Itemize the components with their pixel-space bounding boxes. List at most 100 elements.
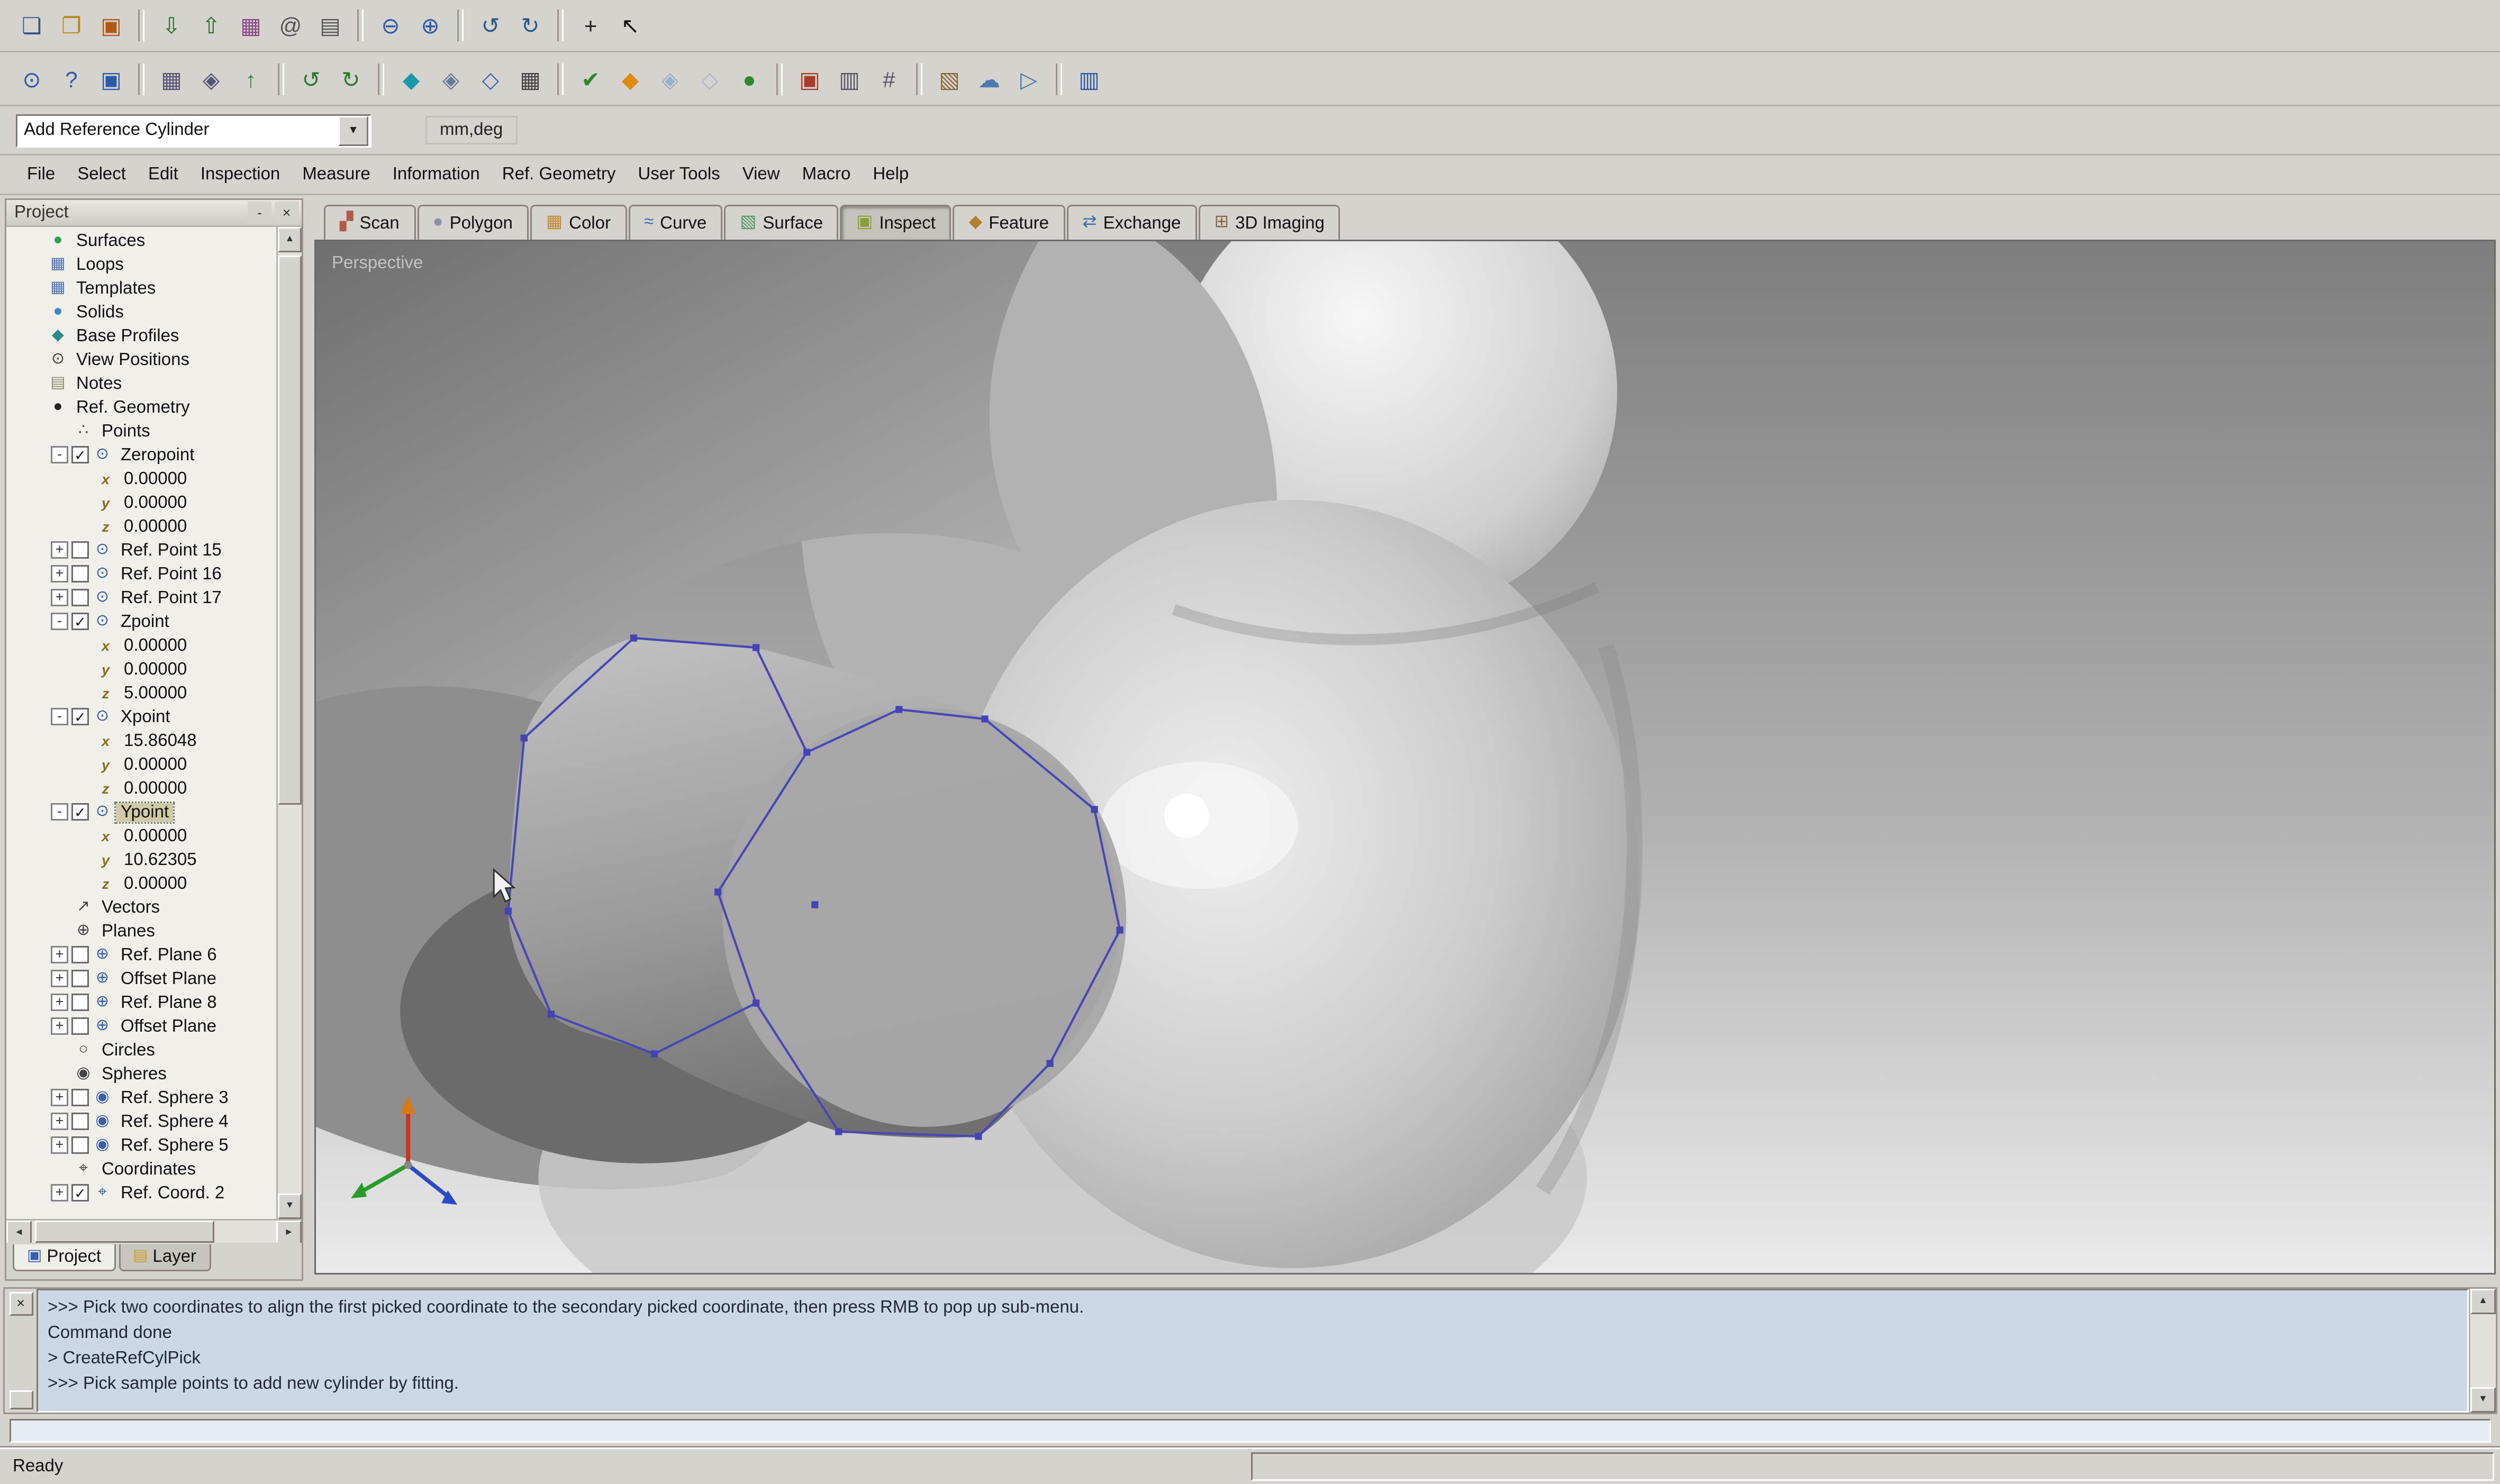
panel-close-button[interactable]: × — [275, 202, 298, 224]
tree-row-ref-sphere-4[interactable]: +◉Ref. Sphere 4 — [6, 1109, 276, 1133]
tree-expander-icon[interactable]: + — [51, 541, 68, 559]
tab-3d-imaging[interactable]: ⊞3D Imaging — [1198, 205, 1340, 240]
tree-checkbox[interactable] — [71, 541, 89, 559]
tree-row-0-00000[interactable]: y0.00000 — [6, 752, 276, 776]
tree-horizontal-scrollbar[interactable]: ◄ ► — [6, 1219, 302, 1243]
tree-row-10-62305[interactable]: y10.62305 — [6, 848, 276, 871]
capture-image-button[interactable]: ▦ — [232, 6, 270, 44]
console-scrollbar[interactable]: ▲ ▼ — [2469, 1289, 2496, 1413]
tree-row-points[interactable]: ∴Points — [6, 419, 276, 443]
histogram-display-button[interactable]: ▥ — [1070, 60, 1108, 98]
console-close-button[interactable]: × — [9, 1292, 33, 1316]
export-file-button[interactable]: ⇧ — [192, 6, 230, 44]
tab-exchange[interactable]: ⇄Exchange — [1066, 205, 1197, 240]
scroll-right-button[interactable]: ► — [276, 1221, 302, 1244]
menu-view[interactable]: View — [731, 160, 791, 189]
tree-row-ref-point-17[interactable]: +⊙Ref. Point 17 — [6, 586, 276, 609]
redo-button[interactable]: ↻ — [511, 6, 549, 44]
zoom-context-help-button[interactable]: ? — [52, 60, 90, 98]
spin-view-button[interactable]: ↻ — [332, 60, 370, 98]
tree-row-0-00000[interactable]: x0.00000 — [6, 824, 276, 848]
viewpoint-preset-button[interactable]: ▦ — [152, 60, 191, 98]
stage-pair-button[interactable]: ◈ — [651, 60, 689, 98]
tree-expander-icon[interactable]: - — [51, 708, 68, 725]
menu-measure[interactable]: Measure — [291, 160, 381, 189]
tree-row-solids[interactable]: ●Solids — [6, 300, 276, 324]
tree-row-circles[interactable]: ○Circles — [6, 1038, 276, 1062]
zoom-tool-button[interactable]: ⊙ — [13, 60, 51, 98]
tree-expander-icon[interactable]: + — [51, 1017, 68, 1035]
pick-add-button[interactable]: + — [572, 6, 610, 44]
tab-surface[interactable]: ▧Surface — [724, 205, 839, 240]
tree-row-ref-plane-8[interactable]: +⊕Ref. Plane 8 — [6, 990, 276, 1014]
tree-row-0-00000[interactable]: x0.00000 — [6, 633, 276, 657]
tree-row-ref-sphere-3[interactable]: +◉Ref. Sphere 3 — [6, 1086, 276, 1109]
tab-polygon[interactable]: ●Polygon — [417, 205, 529, 240]
tool-selector[interactable]: Add Reference Cylinder ▼ — [16, 114, 372, 147]
viewport-scene[interactable] — [316, 241, 2494, 1273]
menu-information[interactable]: Information — [382, 160, 491, 189]
menu-select[interactable]: Select — [66, 160, 137, 189]
tool-selector-dropdown-button[interactable]: ▼ — [338, 115, 368, 145]
extract-tool-button[interactable]: ↑ — [232, 60, 270, 98]
scrollbar-thumb[interactable] — [278, 256, 302, 805]
viewpoint-rotate-button[interactable]: ◈ — [192, 60, 230, 98]
panel-pin-button[interactable]: - — [248, 202, 271, 224]
wireframe-display-button[interactable]: ◇ — [472, 60, 510, 98]
tree-expander-icon[interactable]: + — [51, 1184, 68, 1201]
stage-ghost-button[interactable]: ◇ — [691, 60, 729, 98]
undo-button[interactable]: ↺ — [472, 6, 510, 44]
tree-row-view-positions[interactable]: ⊙View Positions — [6, 348, 276, 371]
tree-checkbox[interactable]: ✓ — [71, 1184, 89, 1201]
mesh-grid-button[interactable]: # — [870, 60, 908, 98]
panel-tab-project[interactable]: ▣Project — [13, 1244, 115, 1271]
measure-caliper-button[interactable]: ▥ — [830, 60, 868, 98]
tree-row-zeropoint[interactable]: -✓⊙Zeropoint — [6, 443, 276, 467]
tab-color[interactable]: ▦Color — [530, 205, 627, 240]
tree-checkbox[interactable] — [71, 1089, 89, 1106]
system-settings-button[interactable]: @ — [271, 6, 310, 44]
viewport-3d[interactable]: Perspective — [314, 240, 2496, 1274]
tree-row-0-00000[interactable]: z0.00000 — [6, 514, 276, 538]
scrollbar-track[interactable] — [32, 1221, 276, 1243]
menu-ref-geometry[interactable]: Ref. Geometry — [491, 160, 627, 189]
tree-row-0-00000[interactable]: y0.00000 — [6, 657, 276, 681]
tree-expander-icon[interactable]: + — [51, 970, 68, 987]
print-button[interactable]: ▤ — [311, 6, 349, 44]
scroll-down-button[interactable]: ▼ — [278, 1194, 302, 1219]
shaded-display-button[interactable]: ◆ — [392, 60, 430, 98]
new-document-button[interactable]: ❏ — [13, 6, 51, 44]
tree-row-coordinates[interactable]: ⌖Coordinates — [6, 1157, 276, 1181]
tree-row-0-00000[interactable]: y0.00000 — [6, 490, 276, 514]
tree-checkbox[interactable] — [71, 970, 89, 987]
scroll-up-button[interactable]: ▲ — [2470, 1289, 2496, 1314]
open-file-button[interactable]: ❐ — [52, 6, 90, 44]
tree-row-0-00000[interactable]: z0.00000 — [6, 776, 276, 800]
tree-expander-icon[interactable]: + — [51, 1136, 68, 1154]
tree-row-base-profiles[interactable]: ◆Base Profiles — [6, 324, 276, 348]
tree-row-ref-point-16[interactable]: +⊙Ref. Point 16 — [6, 562, 276, 586]
menu-edit[interactable]: Edit — [137, 160, 189, 189]
tree-row-ref-coord-2[interactable]: +✓⌖Ref. Coord. 2 — [6, 1181, 276, 1205]
bounding-region-button[interactable]: ▣ — [791, 60, 829, 98]
tree-expander-icon[interactable]: + — [51, 946, 68, 963]
tree-checkbox[interactable] — [71, 565, 89, 582]
menu-inspection[interactable]: Inspection — [189, 160, 291, 189]
tab-feature[interactable]: ◆Feature — [953, 205, 1065, 240]
tree-expander-icon[interactable]: - — [51, 803, 68, 821]
scroll-left-button[interactable]: ◄ — [6, 1221, 32, 1244]
sphere-primitive-button[interactable]: ● — [730, 60, 768, 98]
tree-row-offset-plane[interactable]: +⊕Offset Plane — [6, 967, 276, 990]
scrollbar-track[interactable] — [278, 252, 302, 1194]
rotate-view-button[interactable]: ↺ — [292, 60, 330, 98]
tree-row-ref-point-15[interactable]: +⊙Ref. Point 15 — [6, 538, 276, 562]
tree-checkbox[interactable] — [71, 1017, 89, 1035]
accept-result-button[interactable]: ✔ — [572, 60, 610, 98]
tree-expander-icon[interactable]: - — [51, 446, 68, 463]
tab-inspect[interactable]: ▣Inspect — [840, 205, 952, 240]
tree-row-offset-plane[interactable]: +⊕Offset Plane — [6, 1014, 276, 1038]
tree-expander-icon[interactable]: + — [51, 1089, 68, 1106]
import-file-button[interactable]: ⇩ — [152, 6, 191, 44]
tree-expander-icon[interactable]: + — [51, 589, 68, 606]
menu-help[interactable]: Help — [862, 160, 920, 189]
